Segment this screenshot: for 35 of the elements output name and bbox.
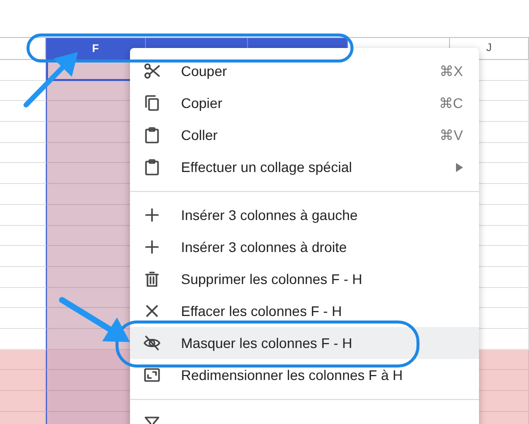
menu-item[interactable]: Masquer les colonnes F - H (130, 327, 479, 359)
arrow (59, 297, 130, 342)
menu-item[interactable]: Couper ⌘X (130, 55, 479, 87)
shortcut-label: ⌘X (440, 62, 463, 80)
trash-icon (143, 270, 161, 288)
menu-item-label: Effacer les colonnes F - H (181, 302, 343, 320)
menu-item[interactable]: Supprimer les colonnes F - H (130, 263, 479, 295)
menu-item[interactable]: Copier ⌘C (130, 87, 479, 119)
menu-item-label: Redimensionner les colonnes F à H (181, 366, 404, 384)
shortcut-label: ⌘V (440, 126, 463, 144)
clipboard-icon (143, 158, 161, 176)
shortcut-label: ⌘C (438, 94, 463, 112)
menu-item-label: Couper (181, 62, 228, 81)
menu-item-label: Insérer 3 colonnes à gauche (181, 206, 359, 225)
corner-header[interactable] (0, 38, 46, 60)
menu-item-label: Coller (181, 126, 219, 144)
copy-icon (143, 94, 161, 112)
menu-item-label: Copier (181, 94, 224, 113)
menu-item-label: Effectuer un collage spécial (181, 158, 353, 177)
resize-icon (143, 366, 161, 384)
eye-off-icon (143, 334, 161, 352)
menu-item[interactable]: Effacer les colonnes F - H (130, 295, 479, 327)
plus-icon (143, 238, 161, 256)
menu-item[interactable]: Coller ⌘V (130, 119, 479, 151)
plus-icon (143, 206, 161, 224)
menu-item-label: Insérer 3 colonnes à droite (181, 238, 348, 256)
menu-item[interactable]: Insérer 3 colonnes à droite (130, 231, 479, 263)
scissors-icon (143, 62, 161, 80)
menu-item-label: Masquer les colonnes F - H (181, 334, 354, 353)
clipboard-icon (143, 126, 161, 144)
arrow (24, 52, 78, 108)
menu-item[interactable]: Effectuer un collage spécial (130, 151, 479, 183)
menu-item-label: Supprimer les colonnes F - H (181, 270, 364, 289)
menu-item[interactable]: Redimensionner les colonnes F à H (130, 359, 479, 391)
menu-item[interactable]: Insérer 3 colonnes à gauche (130, 199, 479, 231)
